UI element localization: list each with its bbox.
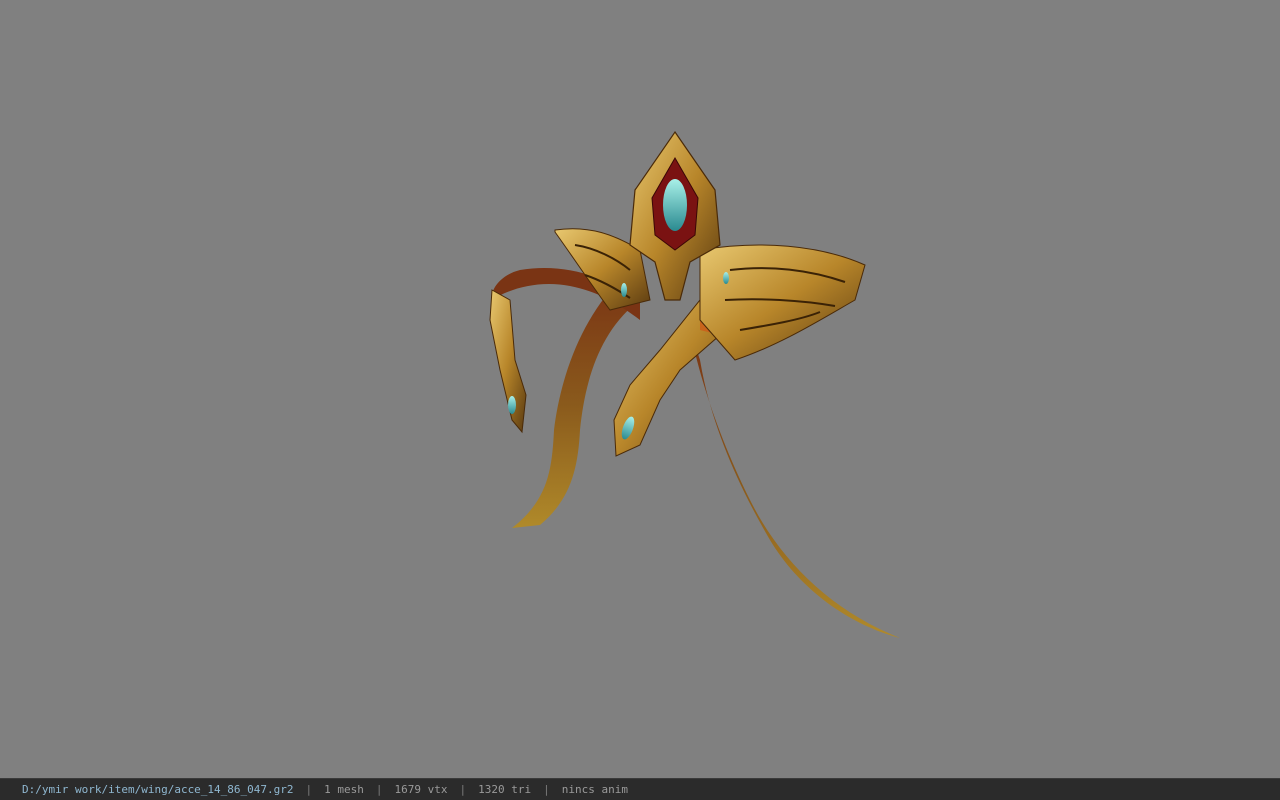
file-path: D:/ymir work/item/wing/acce_14_86_047.gr… [22, 783, 294, 796]
wing-right [699, 244, 866, 361]
ornament-left [489, 289, 527, 434]
separator: | [459, 783, 467, 796]
wing-accessory-model [489, 130, 900, 638]
3d-viewport[interactable] [0, 0, 1280, 778]
status-bar: D:/ymir work/item/wing/acce_14_86_047.gr… [0, 778, 1280, 800]
ribbon-right [690, 330, 900, 638]
mesh-count: 1 mesh [324, 783, 364, 796]
separator: | [375, 783, 383, 796]
separator: | [543, 783, 550, 796]
separator: | [305, 783, 313, 796]
animation-status: nincs anim [561, 783, 628, 796]
gem-center [663, 179, 687, 231]
vertex-count: 1679 vtx [394, 783, 448, 796]
triangle-count: 1320 tri [478, 783, 532, 796]
